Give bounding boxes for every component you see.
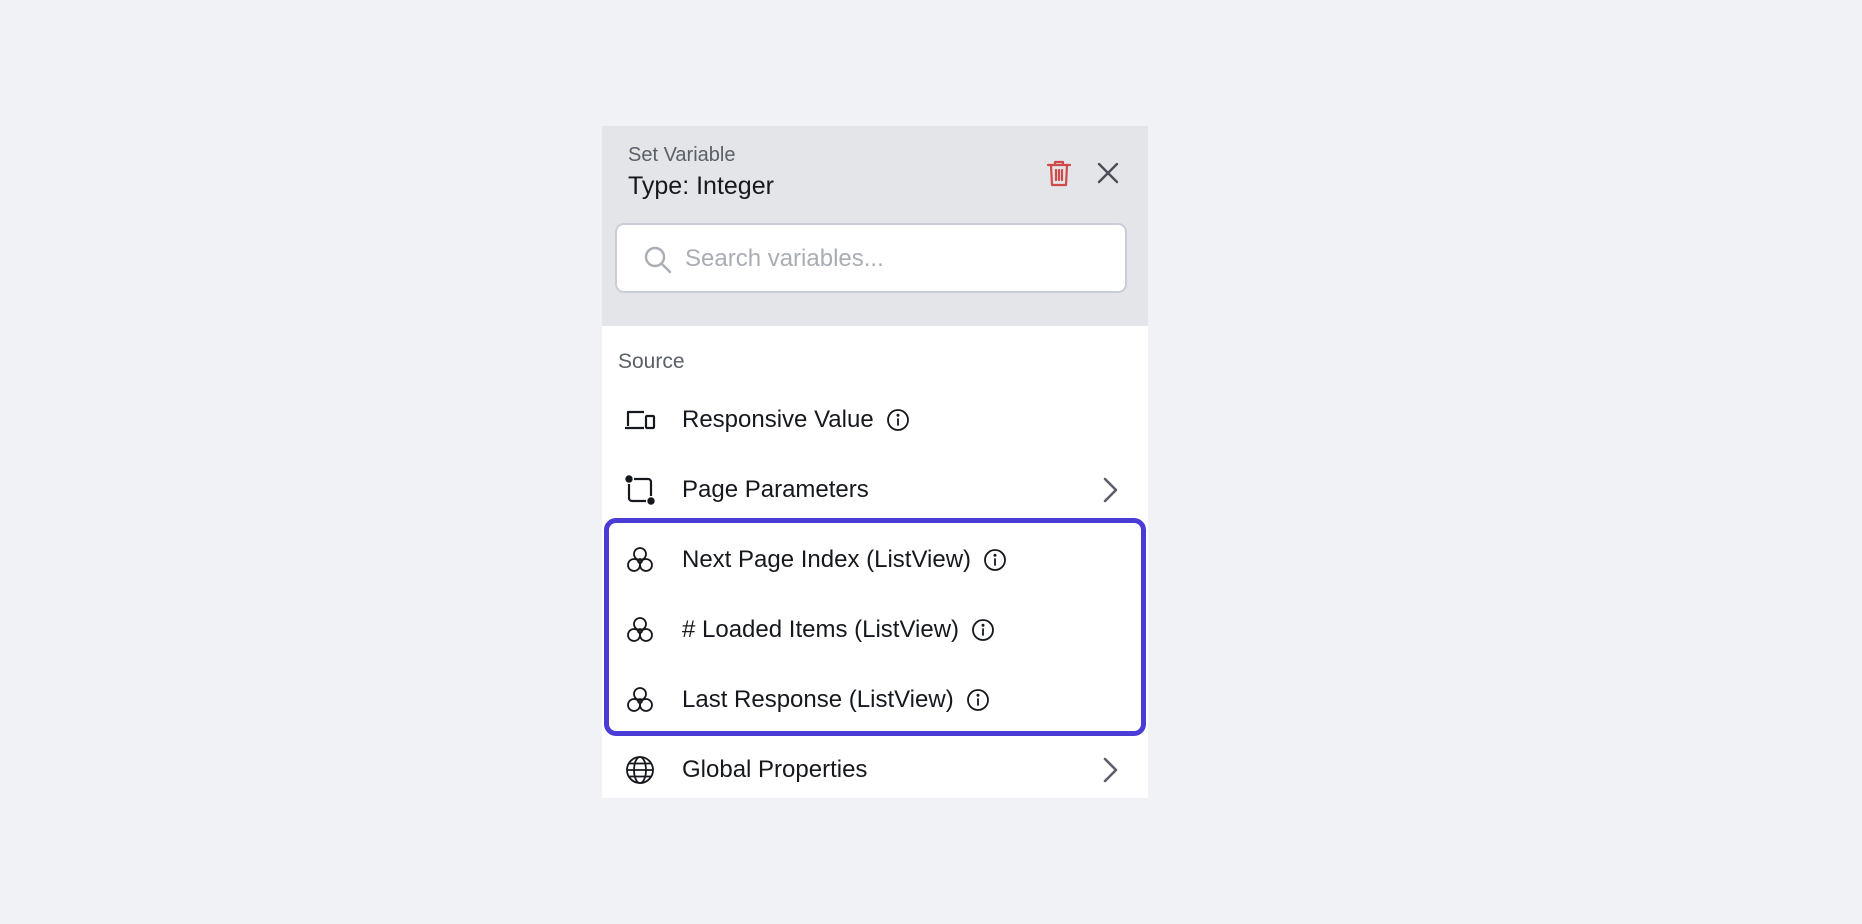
item-label-group: Next Page Index (ListView)	[682, 525, 1007, 595]
source-item-loaded-items[interactable]: # Loaded Items (ListView)	[602, 595, 1148, 665]
panel-header: Set Variable Type: Integer	[602, 126, 1148, 326]
source-item-page-parameters[interactable]: Page Parameters	[602, 455, 1148, 525]
widget-icon	[627, 687, 653, 712]
info-icon[interactable]	[983, 548, 1007, 572]
source-item-next-page-index[interactable]: Next Page Index (ListView)	[602, 525, 1148, 595]
chevron-right-icon	[1103, 757, 1118, 783]
info-icon[interactable]	[886, 408, 910, 432]
source-item-last-response[interactable]: Last Response (ListView)	[602, 665, 1148, 735]
item-label: Next Page Index (ListView)	[682, 546, 972, 573]
item-label: # Loaded Items (ListView)	[682, 616, 960, 643]
item-label-group: Responsive Value	[682, 385, 910, 455]
item-label: Last Response (ListView)	[682, 686, 954, 713]
item-label-group: # Loaded Items (ListView)	[682, 595, 995, 665]
search-icon	[644, 246, 672, 274]
item-label-group: Page Parameters	[682, 455, 869, 525]
search-box	[615, 223, 1127, 293]
search-input[interactable]	[683, 237, 1107, 281]
close-button[interactable]	[1091, 156, 1125, 190]
delete-button[interactable]	[1042, 156, 1076, 190]
set-variable-panel: Set Variable Type: Integer Search variab…	[602, 126, 1148, 798]
source-item-global-properties[interactable]: Global Properties	[602, 735, 1148, 798]
close-icon	[1097, 162, 1119, 184]
chevron-right-icon	[1103, 477, 1118, 503]
item-label: Responsive Value	[682, 406, 874, 433]
info-icon[interactable]	[971, 618, 995, 642]
page-parameters-icon	[625, 475, 655, 505]
source-item-responsive-value[interactable]: Responsive Value	[602, 385, 1148, 455]
item-label: Global Properties	[682, 756, 868, 783]
variable-type-label: Type: Integer	[628, 172, 774, 200]
devices-icon	[625, 410, 656, 430]
widget-icon	[627, 547, 653, 572]
item-label-group: Global Properties	[682, 735, 867, 798]
info-icon[interactable]	[966, 688, 990, 712]
item-label: Page Parameters	[682, 476, 869, 503]
panel-title: Set Variable	[628, 144, 736, 166]
globe-icon	[626, 756, 654, 784]
widget-icon	[627, 617, 653, 642]
trash-icon	[1046, 160, 1072, 187]
item-label-group: Last Response (ListView)	[682, 665, 990, 735]
source-section-label: Source	[618, 350, 685, 373]
